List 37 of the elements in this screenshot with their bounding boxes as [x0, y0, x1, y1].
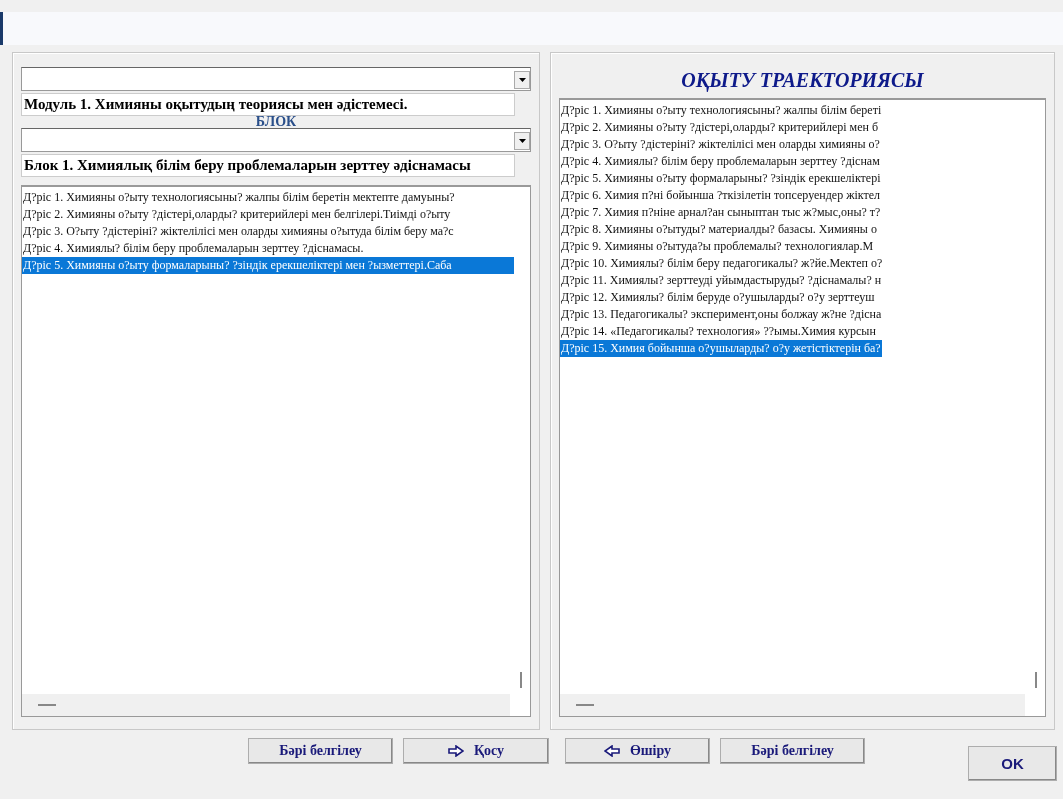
lecture-item[interactable]: Д?ріс 2. Химияны о?ыту ?дістері,оларды? критерийлері мен белгілері.Тиімді о?ыту	[22, 206, 514, 223]
lecture-item[interactable]: Д?ріс 1. Химияны о?ыту технологиясыны? жалпы білім беретін мектепте дамуыны?	[22, 189, 514, 206]
lecture-item[interactable]: Д?ріс 4. Химиялы? білім беру проблемаларын зерттеу ?діснамасы.	[22, 240, 514, 257]
lecture-item[interactable]: Д?ріс 4. Химиялы? білім беру проблемаларын зерттеу ?діснам	[560, 153, 883, 170]
block-field: Блок 1. Химиялық білім беру проблемаларын зерттеу әдіснамасы	[21, 154, 515, 177]
lecture-item[interactable]: Д?ріс 15. Химия бойынша о?ушыларды? о?у жетістіктерін ба?	[560, 340, 883, 357]
lecture-item[interactable]: Д?ріс 13. Педагогикалы? эксперимент,оны болжау ж?не ?дісна	[560, 306, 883, 323]
lecture-item[interactable]: Д?ріс 5. Химияны о?ыту формаларыны? ?зіндік ерекшеліктері	[560, 170, 883, 187]
lecture-item[interactable]: Д?ріс 12. Химиялы? білім беруде о?ушыларды? о?у зерттеуш	[560, 289, 883, 306]
lecture-item[interactable]: Д?ріс 8. Химияны о?ытуды? материалды? базасы. Химияны о	[560, 221, 883, 238]
lecture-item[interactable]: Д?ріс 9. Химияны о?ытуда?ы проблемалы? технологиялар.М	[560, 238, 883, 255]
lecture-item[interactable]: Д?ріс 2. Химияны о?ыту ?дістері,оларды? критерийлері мен б	[560, 119, 883, 136]
lecture-item[interactable]: Д?ріс 14. «Педагогикалы? технология» ??ымы.Химия курсын	[560, 323, 883, 340]
ok-button[interactable]: OK	[968, 746, 1057, 781]
scrollbar-thumb[interactable]	[520, 672, 522, 688]
module-dropdown[interactable]	[21, 67, 531, 91]
scrollbar-thumb[interactable]	[1035, 672, 1037, 688]
panel-title: ОҚЫТУ ТРАЕКТОРИЯСЫ	[680, 69, 925, 92]
lecture-item[interactable]: Д?ріс 1. Химияны о?ыту технологиясыны? жалпы білім береті	[560, 102, 883, 119]
scrollbar-thumb[interactable]	[38, 704, 56, 706]
block-label: БЛОК	[254, 116, 298, 126]
lecture-item[interactable]: Д?ріс 3. О?ыту ?дістеріні? жіктелілісі мен оларды химияны о?	[560, 136, 883, 153]
lecture-item[interactable]: Д?ріс 6. Химия п?ні бойынша ?ткізілетін топсеруендер жіктел	[560, 187, 883, 204]
add-button[interactable]: Қосу	[403, 738, 549, 764]
block-dropdown[interactable]	[21, 128, 531, 152]
lecture-item[interactable]: Д?ріс 5. Химияны о?ыту формаларыны? ?зіндік ерекшеліктері мен ?ызметтері.Саба	[22, 257, 514, 274]
select-all-button[interactable]: Бəрі белгілеу	[720, 738, 865, 764]
arrow-left-icon	[603, 745, 620, 757]
scrollbar-thumb[interactable]	[576, 704, 594, 706]
select-all-button[interactable]: Бəрі белгілеу	[248, 738, 393, 764]
arrow-right-icon	[447, 745, 464, 757]
remove-button[interactable]: Өшіру	[565, 738, 710, 764]
lecture-item[interactable]: Д?ріс 3. О?ыту ?дістеріні? жіктелілісі мен оларды химияны о?ытуда білім беру ма?с	[22, 223, 514, 240]
lecture-item[interactable]: Д?ріс 10. Химиялы? білім беру педагогикалы? ж?йе.Мектеп о?	[560, 255, 883, 272]
lecture-item[interactable]: Д?ріс 7. Химия п?ніне арнал?ан сыныптан тыс ж?мыс,оны? т?	[560, 204, 883, 221]
lecture-item[interactable]: Д?ріс 11. Химиялы? зерттеуді уйымдастыруды? ?діснамалы? н	[560, 272, 883, 289]
module-field: Модуль 1. Химияны оқытудың теориясы мен әдістемесі.	[21, 93, 515, 116]
